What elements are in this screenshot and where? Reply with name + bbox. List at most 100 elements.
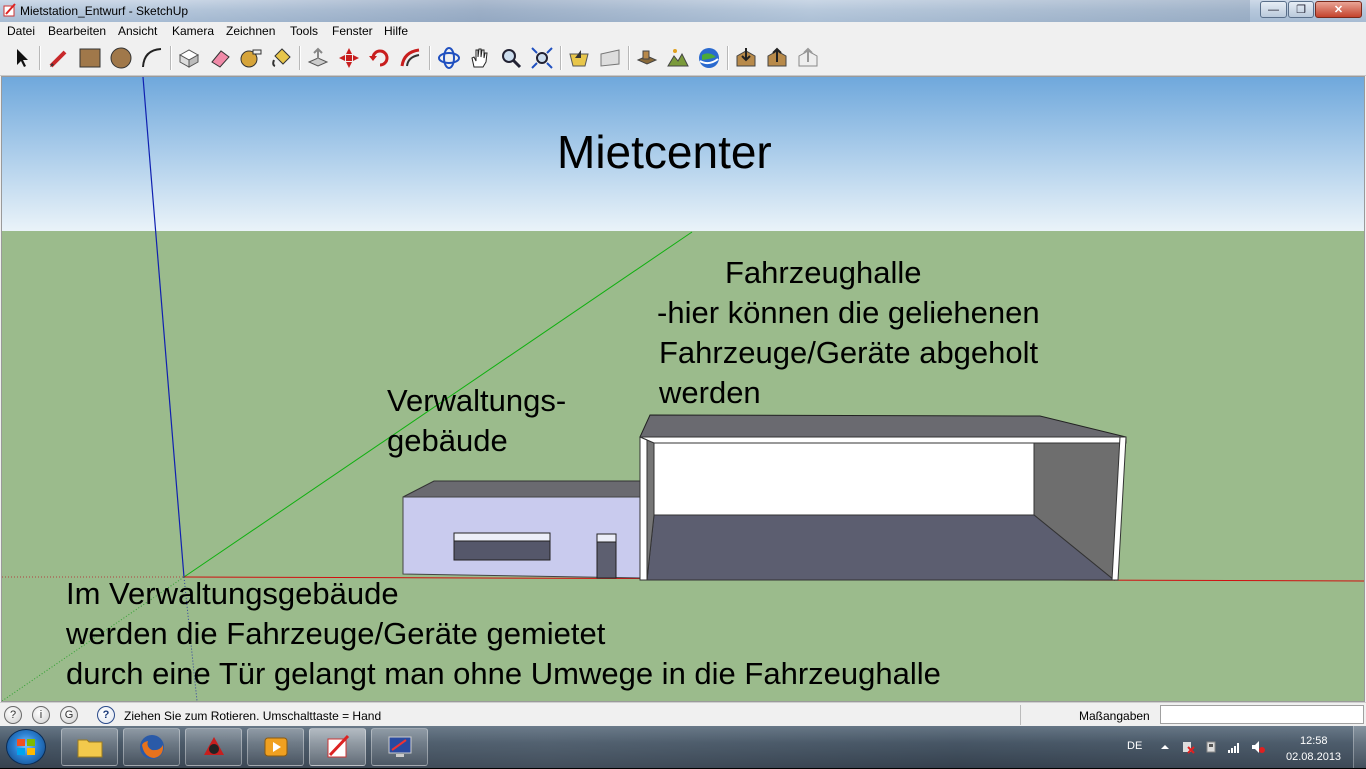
menu-kamera[interactable]: Kamera bbox=[172, 24, 214, 38]
zoom-extents-button[interactable] bbox=[529, 45, 555, 71]
action-center-icon[interactable] bbox=[1181, 740, 1195, 754]
windows-logo-icon bbox=[17, 739, 35, 755]
pencil-line-tool-button[interactable] bbox=[46, 45, 72, 71]
usb-device-icon[interactable] bbox=[1204, 740, 1218, 754]
zoom-tool-button[interactable] bbox=[498, 45, 524, 71]
move-tool-button[interactable] bbox=[336, 45, 362, 71]
pencil-icon bbox=[49, 50, 67, 68]
circle-icon bbox=[110, 47, 132, 69]
firefox-icon bbox=[139, 735, 164, 759]
toolbar-separator bbox=[299, 46, 301, 70]
description-line-3: durch eine Tür gelangt man ohne Umwege i… bbox=[66, 656, 941, 691]
admin-door-frame bbox=[596, 533, 617, 543]
clock-date[interactable]: 02.08.2013 bbox=[1286, 751, 1341, 763]
get-models-button[interactable] bbox=[733, 45, 759, 71]
move-icon bbox=[339, 48, 359, 68]
main-toolbar bbox=[0, 41, 1366, 76]
paint-bucket-tool-button[interactable] bbox=[269, 45, 295, 71]
taskbar-firefox[interactable] bbox=[123, 728, 180, 766]
credits-icon[interactable]: i bbox=[32, 706, 50, 724]
rotate-tool-button[interactable] bbox=[367, 45, 393, 71]
show-hidden-icons-icon[interactable] bbox=[1158, 740, 1172, 754]
taskbar-red-app[interactable] bbox=[185, 728, 242, 766]
arc-tool-button[interactable] bbox=[139, 45, 165, 71]
push-pull-tool-button[interactable] bbox=[305, 45, 331, 71]
maximize-button[interactable]: ❐ bbox=[1288, 1, 1314, 18]
folder-icon bbox=[77, 739, 102, 758]
push-pull-icon bbox=[307, 47, 329, 67]
hall-label-line-2: -hier können die geliehenen bbox=[657, 295, 1040, 330]
volume-muted-icon[interactable] bbox=[1251, 740, 1265, 754]
arc-icon bbox=[142, 48, 162, 68]
hall-label-line-1: Fahrzeughalle bbox=[725, 255, 922, 290]
taskbar-screen-tool[interactable] bbox=[371, 728, 428, 766]
preview-google-earth-button[interactable] bbox=[696, 45, 722, 71]
geolocation-icon[interactable]: ? bbox=[4, 706, 22, 724]
select-tool-button[interactable] bbox=[8, 45, 34, 71]
component-icon bbox=[178, 49, 200, 68]
circle-tool-button[interactable] bbox=[108, 45, 134, 71]
hall-roof-edge bbox=[639, 436, 1127, 444]
toggle-terrain-button[interactable] bbox=[665, 45, 691, 71]
paint-bucket-icon bbox=[272, 48, 291, 67]
previous-view-button[interactable] bbox=[566, 45, 592, 71]
menu-tools[interactable]: Tools bbox=[290, 24, 318, 38]
get-models-icon bbox=[736, 48, 756, 67]
network-signal-icon[interactable] bbox=[1227, 740, 1241, 754]
share-component-icon bbox=[798, 47, 818, 67]
description-line-1: Im Verwaltungsgebäude bbox=[66, 576, 399, 611]
status-message: Ziehen Sie zum Rotieren. Umschalttaste =… bbox=[124, 709, 382, 723]
terrain-icon bbox=[667, 49, 689, 67]
windows-taskbar: DE 12:58 02.08.2013 bbox=[0, 726, 1366, 768]
help-icon[interactable]: ? bbox=[97, 706, 115, 724]
measurements-label: Maßangaben bbox=[1079, 709, 1150, 723]
toolbar-separator bbox=[39, 46, 41, 70]
menu-datei[interactable]: Datei bbox=[7, 24, 35, 38]
menu-bearbeiten[interactable]: Bearbeiten bbox=[48, 24, 106, 38]
eraser-tool-button[interactable] bbox=[207, 45, 233, 71]
orbit-icon bbox=[438, 47, 460, 69]
media-player-icon bbox=[264, 737, 287, 757]
measurements-input[interactable] bbox=[1160, 705, 1364, 724]
show-desktop-button[interactable] bbox=[1353, 726, 1366, 768]
status-divider bbox=[1020, 705, 1021, 725]
tape-measure-tool-button[interactable] bbox=[238, 45, 264, 71]
menu-fenster[interactable]: Fenster bbox=[332, 24, 373, 38]
toolbar-separator bbox=[727, 46, 729, 70]
share-component-button[interactable] bbox=[795, 45, 821, 71]
hall-floor bbox=[646, 514, 1116, 581]
taskbar-sketchup[interactable] bbox=[309, 728, 366, 766]
minimize-button[interactable]: — bbox=[1260, 1, 1287, 18]
clock-time[interactable]: 12:58 bbox=[1300, 735, 1328, 747]
menu-zeichnen[interactable]: Zeichnen bbox=[226, 24, 275, 38]
google-earth-icon bbox=[699, 48, 719, 68]
drawing-area[interactable]: Mietcenter Fahrzeughalle -hier können di… bbox=[1, 76, 1365, 702]
pan-tool-button[interactable] bbox=[467, 45, 493, 71]
start-button[interactable] bbox=[6, 729, 46, 765]
language-indicator[interactable]: DE bbox=[1127, 740, 1142, 752]
toolbar-separator bbox=[560, 46, 562, 70]
menu-ansicht[interactable]: Ansicht bbox=[118, 24, 157, 38]
taskbar-explorer[interactable] bbox=[61, 728, 118, 766]
magnifier-icon bbox=[502, 49, 522, 69]
orbit-tool-button[interactable] bbox=[436, 45, 462, 71]
description-line-2: werden die Fahrzeuge/Geräte gemietet bbox=[66, 616, 606, 651]
menu-hilfe[interactable]: Hilfe bbox=[384, 24, 408, 38]
offset-tool-button[interactable] bbox=[398, 45, 424, 71]
user-account-icon[interactable]: G bbox=[60, 706, 78, 724]
make-component-button[interactable] bbox=[176, 45, 202, 71]
close-button[interactable]: ✕ bbox=[1315, 1, 1362, 18]
sketchup-window: Mietstation_Entwurf - SketchUp — ❐ ✕ Dat… bbox=[0, 0, 1366, 726]
red-app-icon bbox=[203, 737, 224, 755]
previous-view-icon bbox=[569, 50, 589, 67]
rectangle-icon bbox=[79, 48, 101, 68]
add-location-button[interactable] bbox=[634, 45, 660, 71]
next-view-icon bbox=[600, 49, 620, 67]
rectangle-tool-button[interactable] bbox=[77, 45, 103, 71]
sketchup-app-icon bbox=[3, 3, 16, 17]
next-view-button[interactable] bbox=[597, 45, 623, 71]
taskbar-media-player[interactable] bbox=[247, 728, 304, 766]
title-bar[interactable]: Mietstation_Entwurf - SketchUp — ❐ ✕ bbox=[0, 0, 1366, 22]
share-model-button[interactable] bbox=[764, 45, 790, 71]
eraser-icon bbox=[211, 50, 230, 68]
